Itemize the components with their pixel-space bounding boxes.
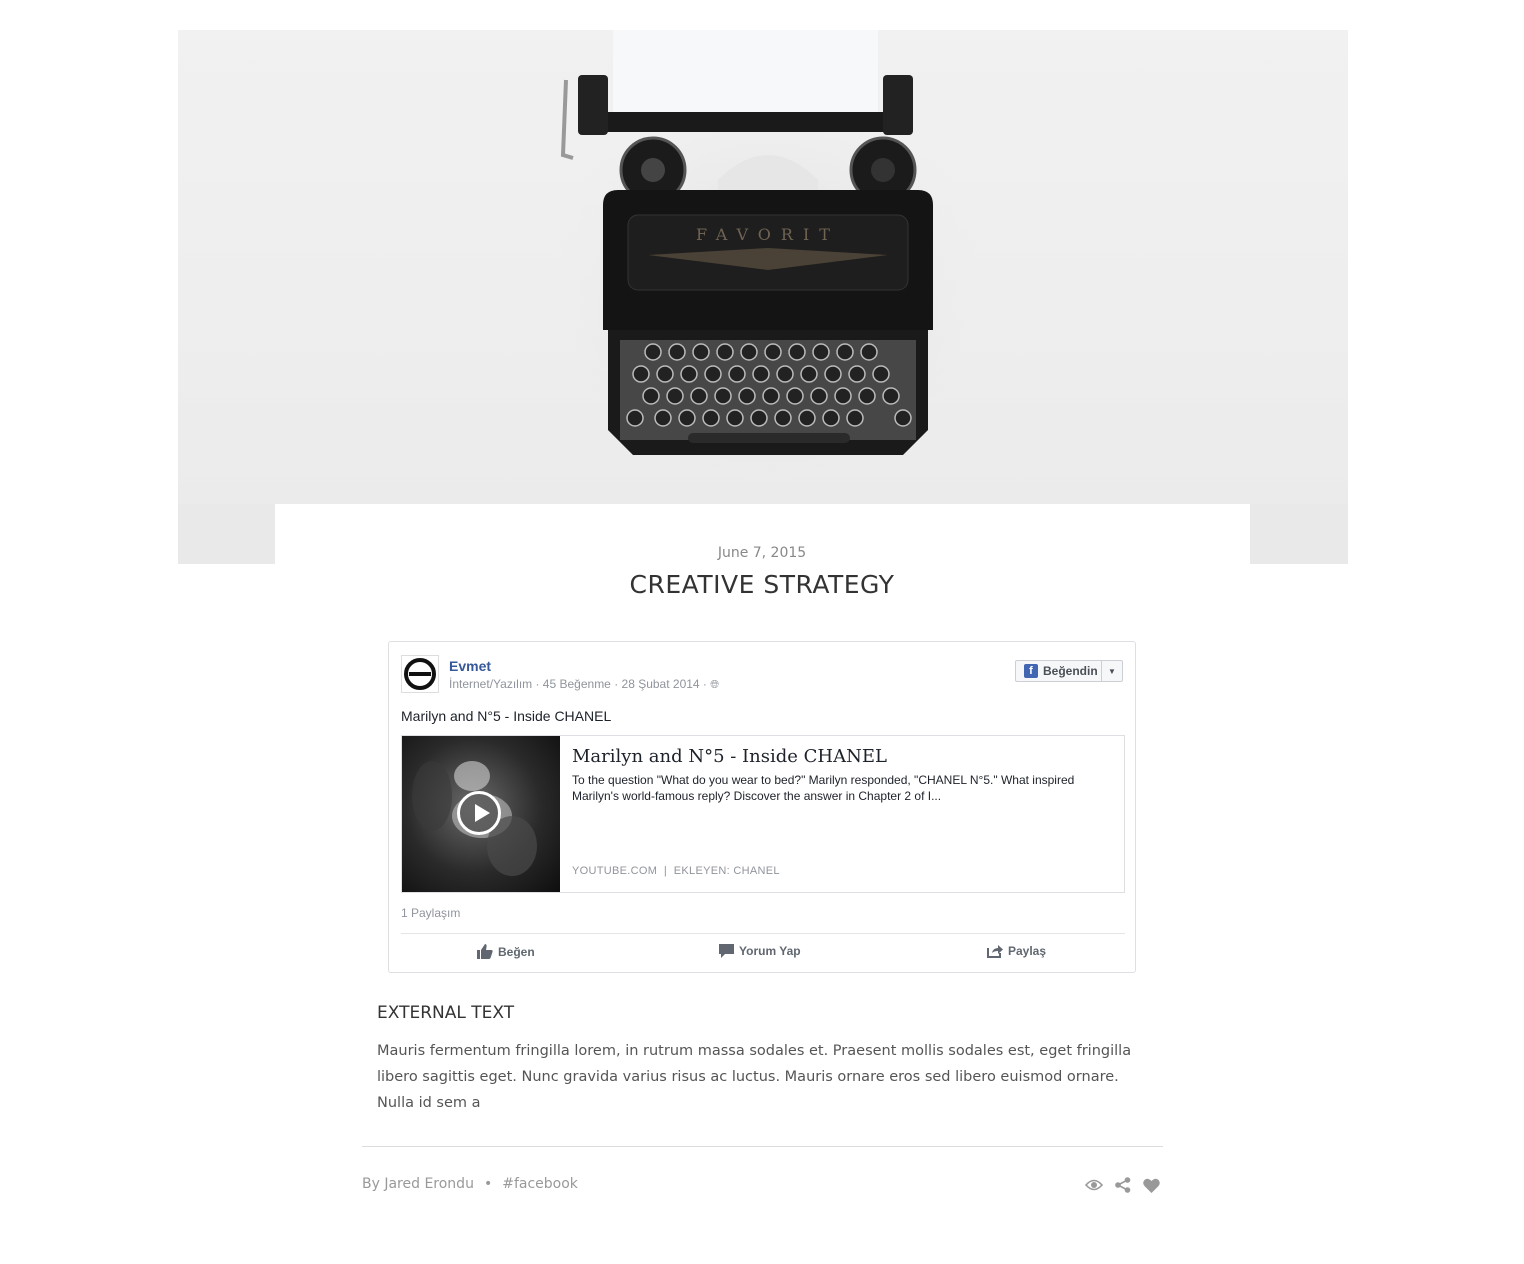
share-icon[interactable] [1115, 1177, 1131, 1193]
share-label: Paylaş [1008, 944, 1047, 958]
video-thumbnail[interactable] [402, 736, 560, 892]
page-avatar[interactable] [401, 655, 439, 693]
evmet-logo-icon [404, 658, 436, 690]
page-meta: İnternet/Yazılım · 45 Beğenme · 28 Şubat… [449, 677, 719, 692]
card-title[interactable]: Marilyn and N°5 - Inside CHANEL [572, 746, 887, 767]
post-title: CREATIVE STRATEGY [629, 570, 895, 599]
post-date: June 7, 2015 [717, 545, 807, 561]
share-arrow-icon [987, 945, 1003, 958]
page-name-link[interactable]: Evmet [449, 658, 491, 674]
page-meta-text: İnternet/Yazılım · 45 Beğenme · 28 Şubat… [449, 677, 711, 691]
thumbs-up-icon [477, 944, 493, 959]
tag-link[interactable]: #facebook [502, 1176, 578, 1192]
chevron-down-icon[interactable]: ▼ [1101, 661, 1122, 681]
eye-icon[interactable] [1085, 1179, 1103, 1191]
typewriter-illustration: FAVORIT [538, 30, 998, 500]
play-icon[interactable] [457, 791, 501, 835]
hero-image-typewriter: FAVORIT [178, 30, 1348, 504]
separator-dot: • [483, 1176, 493, 1192]
post-meta: By Jared Erondu • #facebook [362, 1176, 578, 1192]
globe-icon: 🌐︎ [710, 679, 720, 691]
shares-count[interactable]: 1 Paylaşım [401, 906, 460, 920]
external-body: Mauris fermentum fringilla lorem, in rut… [377, 1043, 1132, 1111]
comment-button[interactable]: Yorum Yap [719, 944, 801, 958]
facebook-icon: f [1024, 664, 1038, 678]
post-text: Marilyn and N°5 - Inside CHANEL [401, 708, 612, 724]
hero-section: FAVORIT [178, 30, 1348, 564]
comment-label: Yorum Yap [739, 944, 801, 958]
external-heading: EXTERNAL TEXT [377, 1003, 515, 1023]
post-actions [1085, 1177, 1160, 1193]
like-button[interactable]: Beğen [477, 944, 535, 959]
divider [401, 933, 1125, 934]
heart-icon[interactable] [1143, 1178, 1160, 1193]
comment-icon [719, 944, 734, 958]
share-button[interactable]: Paylaş [987, 944, 1046, 958]
author-link[interactable]: By Jared Erondu [362, 1176, 474, 1192]
like-page-label: Beğendin [1043, 664, 1098, 678]
footer-divider [362, 1146, 1163, 1147]
link-preview-card[interactable]: Marilyn and N°5 - Inside CHANEL To the q… [401, 735, 1125, 893]
like-label: Beğen [498, 944, 535, 959]
svg-text:FAVORIT: FAVORIT [696, 225, 840, 244]
like-page-button[interactable]: f Beğendin ▼ [1015, 660, 1123, 682]
card-description: To the question "What do you wear to bed… [572, 773, 1075, 803]
facebook-embed: Evmet İnternet/Yazılım · 45 Beğenme · 28… [388, 641, 1136, 973]
card-source: YOUTUBE.COM | EKLEYEN: CHANEL [572, 865, 780, 877]
